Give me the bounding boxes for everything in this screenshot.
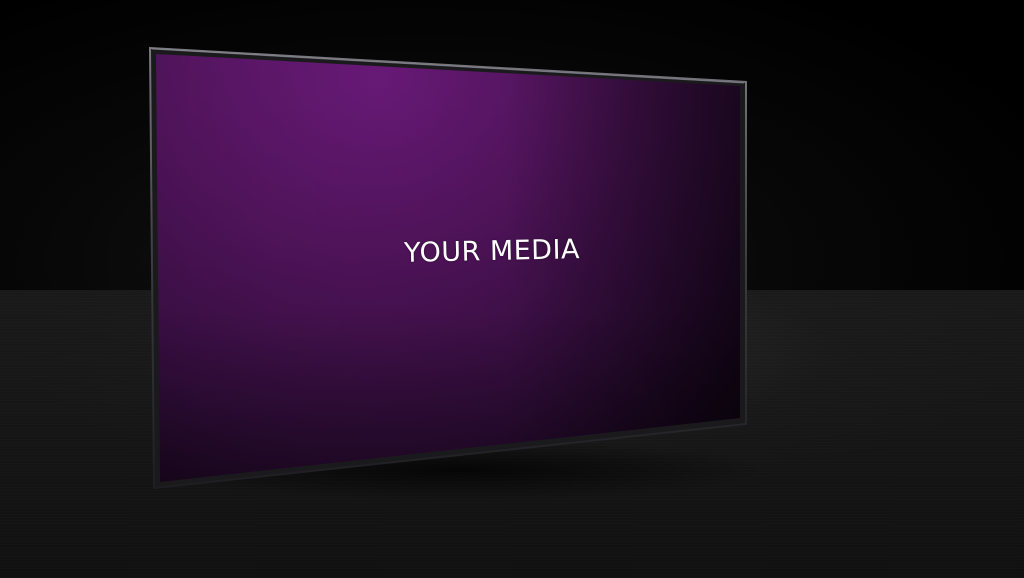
- media-placeholder-label: YOUR MEDIA: [403, 234, 581, 269]
- media-panel: [148, 46, 747, 490]
- panel-bottom-shade: [156, 54, 740, 482]
- media-scene: YOUR MEDIA: [0, 0, 1024, 578]
